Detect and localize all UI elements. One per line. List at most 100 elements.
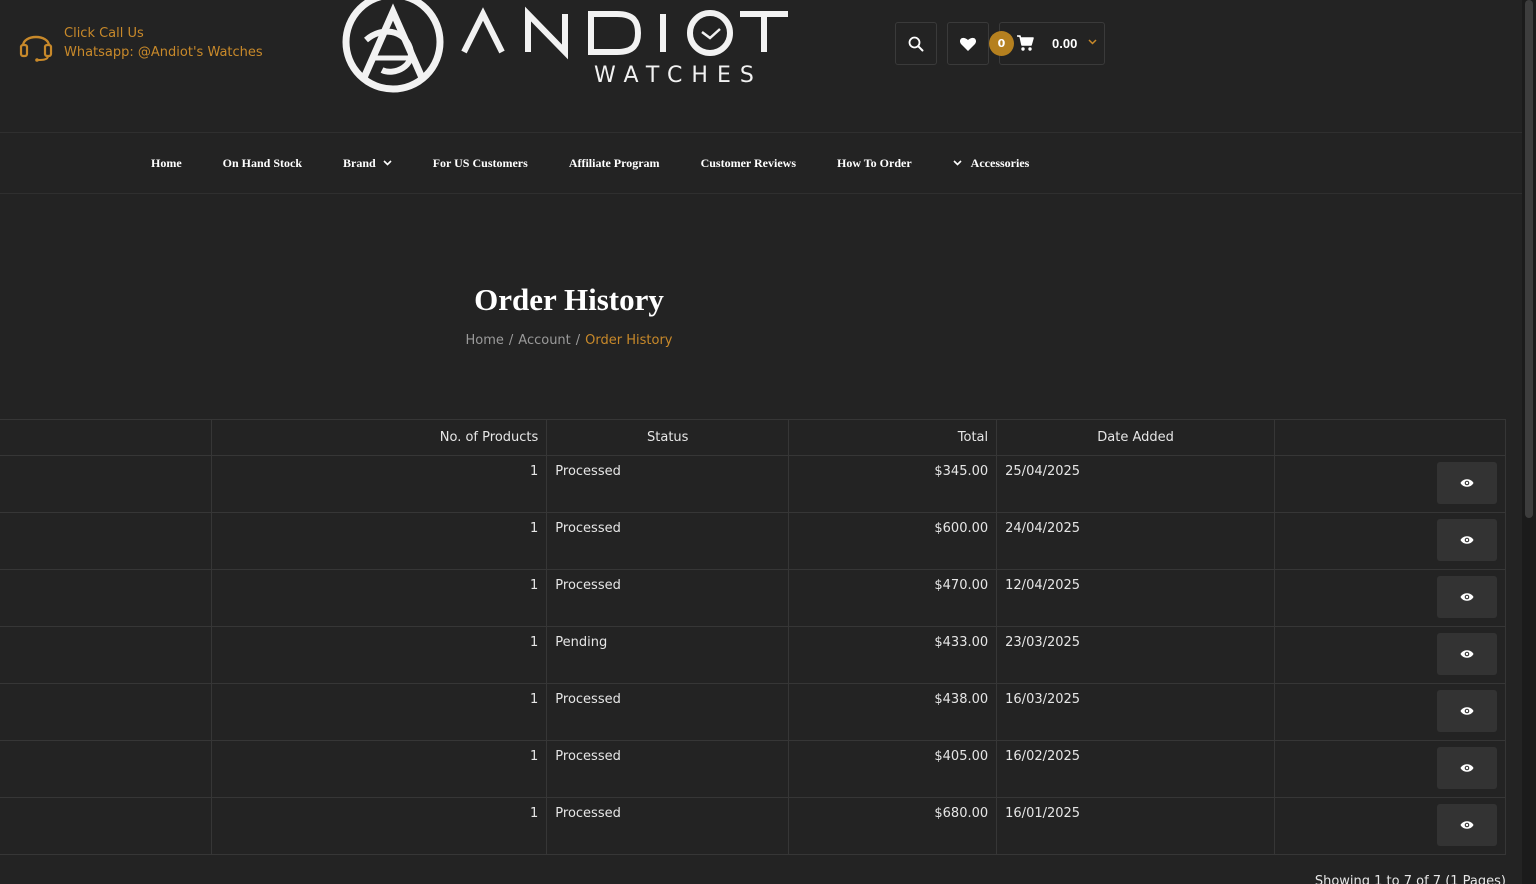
date-cell: 25/04/2025 bbox=[996, 455, 1276, 513]
table-row: 1 Processed $405.00 16/02/2025 bbox=[0, 740, 1506, 798]
order-history-table: No. of Products Status Total Date Added … bbox=[0, 419, 1506, 855]
total-cell: $405.00 bbox=[788, 740, 998, 798]
date-cell: 12/04/2025 bbox=[996, 569, 1276, 627]
wishlist-button[interactable] bbox=[947, 22, 989, 65]
nav-item-how-to-order[interactable]: How To Order bbox=[837, 156, 912, 171]
nav-item-label: For US Customers bbox=[432, 155, 528, 170]
page-scrollbar[interactable] bbox=[1522, 0, 1536, 884]
status-cell: Processed bbox=[546, 512, 790, 570]
nav-item-affiliate-program[interactable]: Affiliate Program bbox=[569, 156, 660, 171]
contact-whatsapp-link[interactable]: Whatsapp: @Andiot's Watches bbox=[64, 43, 263, 62]
nav-item-label: How To Order bbox=[837, 155, 912, 170]
date-cell: 16/01/2025 bbox=[996, 797, 1276, 855]
table-header-row: No. of Products Status Total Date Added bbox=[0, 419, 1506, 456]
eye-icon bbox=[1460, 764, 1474, 772]
eye-icon bbox=[1460, 821, 1474, 829]
breadcrumb-separator: / bbox=[508, 333, 514, 348]
column-total: Total bbox=[788, 419, 998, 456]
status-cell: Processed bbox=[546, 683, 790, 741]
action-cell bbox=[1274, 455, 1506, 513]
order-id-cell bbox=[0, 797, 213, 855]
order-id-cell bbox=[0, 683, 213, 741]
cart-count-badge: 0 bbox=[989, 31, 1014, 56]
status-cell: Processed bbox=[546, 797, 790, 855]
date-cell: 23/03/2025 bbox=[996, 626, 1276, 684]
products-cell: 1 bbox=[211, 569, 548, 627]
column-date-added: Date Added bbox=[996, 419, 1276, 456]
search-button[interactable] bbox=[895, 22, 937, 65]
headset-icon bbox=[19, 35, 53, 62]
table-row: 1 Processed $345.00 25/04/2025 bbox=[0, 455, 1506, 513]
action-cell bbox=[1274, 797, 1506, 855]
total-cell: $345.00 bbox=[788, 455, 998, 513]
contact-block: Click Call Us Whatsapp: @Andiot's Watche… bbox=[18, 24, 263, 64]
total-cell: $433.00 bbox=[788, 626, 998, 684]
status-cell: Pending bbox=[546, 626, 790, 684]
nav-item-label: Accessories bbox=[970, 155, 1030, 170]
view-order-button[interactable] bbox=[1437, 519, 1497, 561]
nav-item-accessories[interactable]: Accessories bbox=[953, 155, 1030, 171]
table-row: 1 Processed $470.00 12/04/2025 bbox=[0, 569, 1506, 627]
cart-total: 0.00 bbox=[1052, 36, 1078, 51]
eye-icon bbox=[1460, 593, 1474, 601]
date-cell: 16/03/2025 bbox=[996, 683, 1276, 741]
status-cell: Processed bbox=[546, 569, 790, 627]
view-order-button[interactable] bbox=[1437, 690, 1497, 732]
table-row: 1 Processed $438.00 16/03/2025 bbox=[0, 683, 1506, 741]
products-cell: 1 bbox=[211, 683, 548, 741]
action-cell bbox=[1274, 512, 1506, 570]
site-header: Click Call Us Whatsapp: @Andiot's Watche… bbox=[0, 0, 1522, 132]
scrollbar-thumb[interactable] bbox=[1525, 0, 1533, 518]
pagination-results: Showing 1 to 7 of 7 (1 Pages) bbox=[1314, 874, 1506, 884]
main-navigation: Home On Hand Stock Brand For US Customer… bbox=[0, 132, 1522, 194]
nav-item-home[interactable]: Home bbox=[151, 156, 182, 171]
view-order-button[interactable] bbox=[1437, 633, 1497, 675]
logo-image: WATCHES bbox=[342, 0, 788, 93]
header-actions: 0 0.00 bbox=[895, 22, 1105, 65]
date-cell: 16/02/2025 bbox=[996, 740, 1276, 798]
view-order-button[interactable] bbox=[1437, 576, 1497, 618]
total-cell: $470.00 bbox=[788, 569, 998, 627]
products-cell: 1 bbox=[211, 455, 548, 513]
breadcrumb-home[interactable]: Home bbox=[466, 333, 504, 348]
breadcrumb-account[interactable]: Account bbox=[518, 333, 571, 348]
eye-icon bbox=[1460, 479, 1474, 487]
contact-call-link[interactable]: Click Call Us bbox=[64, 24, 263, 43]
column-order-id bbox=[0, 419, 213, 456]
site-logo[interactable]: WATCHES bbox=[342, 0, 792, 98]
column-no-of-products: No. of Products bbox=[211, 419, 548, 456]
breadcrumb: Home / Account / Order History bbox=[0, 333, 1138, 348]
nav-item-label: Home bbox=[151, 155, 182, 170]
page-title: Order History bbox=[474, 282, 664, 317]
products-cell: 1 bbox=[211, 797, 548, 855]
cart-button[interactable]: 0 0.00 bbox=[989, 22, 1105, 65]
order-id-cell bbox=[0, 740, 213, 798]
nav-item-label: On Hand Stock bbox=[222, 155, 303, 170]
chevron-down-icon bbox=[1088, 39, 1097, 45]
chevron-down-icon bbox=[953, 160, 962, 166]
view-order-button[interactable] bbox=[1437, 747, 1497, 789]
products-cell: 1 bbox=[211, 626, 548, 684]
order-id-cell bbox=[0, 512, 213, 570]
products-cell: 1 bbox=[211, 740, 548, 798]
products-cell: 1 bbox=[211, 512, 548, 570]
nav-item-label: Affiliate Program bbox=[568, 155, 660, 170]
nav-item-customer-reviews[interactable]: Customer Reviews bbox=[701, 156, 796, 171]
column-status: Status bbox=[546, 419, 790, 456]
nav-item-on-hand-stock[interactable]: On Hand Stock bbox=[223, 156, 302, 171]
breadcrumb-separator: / bbox=[575, 333, 581, 348]
view-order-button[interactable] bbox=[1437, 462, 1497, 504]
eye-icon bbox=[1460, 536, 1474, 544]
cart-icon bbox=[1017, 35, 1034, 51]
order-id-cell bbox=[0, 626, 213, 684]
nav-item-brand[interactable]: Brand bbox=[343, 156, 392, 171]
nav-item-us-customers[interactable]: For US Customers bbox=[433, 156, 528, 171]
view-order-button[interactable] bbox=[1437, 804, 1497, 846]
nav-item-label: Customer Reviews bbox=[700, 155, 796, 170]
action-cell bbox=[1274, 740, 1506, 798]
total-cell: $680.00 bbox=[788, 797, 998, 855]
breadcrumb-current: Order History bbox=[585, 333, 673, 348]
column-action bbox=[1274, 419, 1506, 456]
total-cell: $438.00 bbox=[788, 683, 998, 741]
action-cell bbox=[1274, 569, 1506, 627]
